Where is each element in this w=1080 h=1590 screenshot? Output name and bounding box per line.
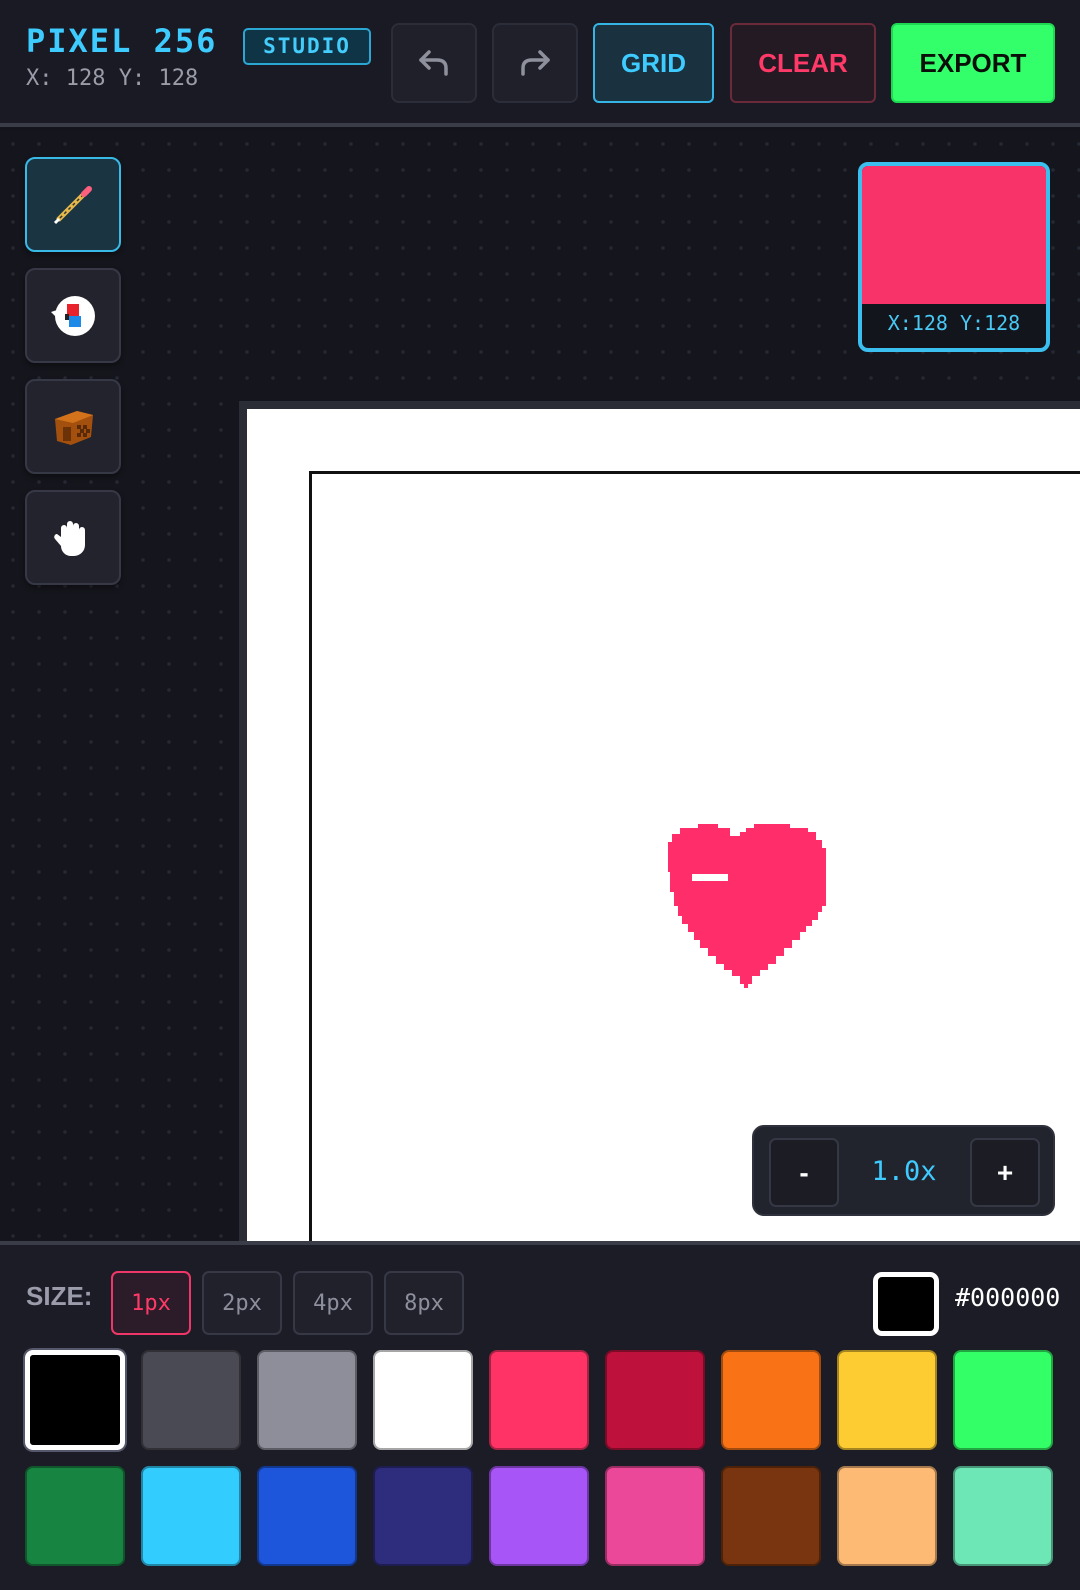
paint-bucket-icon [55,410,93,445]
size-4px-button[interactable]: 4px [293,1271,373,1335]
bottom-panel: SIZE: 1px 2px 4px 8px #000000 [0,1241,1080,1590]
size-8px-button[interactable]: 8px [384,1271,464,1335]
pixel-heart-drawing [668,824,826,988]
workspace: X:128 Y:128 - 1.0x + [0,131,1080,1242]
palette-swatch[interactable] [373,1350,473,1450]
cursor-coordinates: X: 128 Y: 128 [26,66,199,91]
color-preview: X:128 Y:128 [858,162,1050,352]
palette-swatch[interactable] [953,1350,1053,1450]
current-color-swatch[interactable] [873,1272,939,1336]
palette-swatch[interactable] [489,1466,589,1566]
preview-swatch [862,166,1046,304]
grid-toggle-button[interactable]: GRID [593,23,714,103]
pan-tool-button[interactable] [25,490,121,585]
palette-swatch[interactable] [257,1350,357,1450]
palette-swatch[interactable] [373,1466,473,1566]
brush-size-label: SIZE: [26,1281,93,1311]
current-color-hex: #000000 [955,1283,1061,1312]
palette-swatch[interactable] [25,1466,125,1566]
palette-swatch[interactable] [721,1350,821,1450]
studio-badge: STUDIO [243,28,371,65]
eraser-icon [51,295,95,336]
top-toolbar: PIXEL 256 STUDIO X: 128 Y: 128 GRID CLEA… [0,0,1080,127]
palette-swatch[interactable] [605,1466,705,1566]
palette-swatch[interactable] [837,1466,937,1566]
eraser-tool-button[interactable] [25,268,121,363]
zoom-level: 1.0x [871,1156,937,1187]
zoom-in-button[interactable]: + [970,1138,1040,1207]
palette-swatch[interactable] [721,1466,821,1566]
palette-swatch[interactable] [489,1350,589,1450]
palette-swatch[interactable] [605,1350,705,1450]
zoom-out-button[interactable]: - [769,1138,839,1207]
hand-icon [54,520,85,556]
redo-arrow-icon [521,50,550,76]
size-2px-button[interactable]: 2px [202,1271,282,1335]
pencil-icon [53,185,92,224]
palette-swatch[interactable] [953,1466,1053,1566]
canvas-frame [239,401,1080,1242]
palette-swatch[interactable] [25,1350,125,1450]
export-button[interactable]: EXPORT [891,23,1055,103]
palette-swatch[interactable] [141,1466,241,1566]
palette-swatch[interactable] [837,1350,937,1450]
zoom-control: - 1.0x + [752,1125,1055,1216]
size-1px-button[interactable]: 1px [111,1271,191,1335]
palette-swatch[interactable] [257,1466,357,1566]
palette-swatch[interactable] [141,1350,241,1450]
preview-coordinates: X:128 Y:128 [887,311,1021,335]
redo-button[interactable] [492,23,578,103]
fill-tool-button[interactable] [25,379,121,474]
undo-arrow-icon [419,50,448,76]
pencil-tool-button[interactable] [25,157,121,252]
app-title: PIXEL 256 [26,22,218,60]
clear-button[interactable]: CLEAR [730,23,876,103]
undo-button[interactable] [391,23,477,103]
